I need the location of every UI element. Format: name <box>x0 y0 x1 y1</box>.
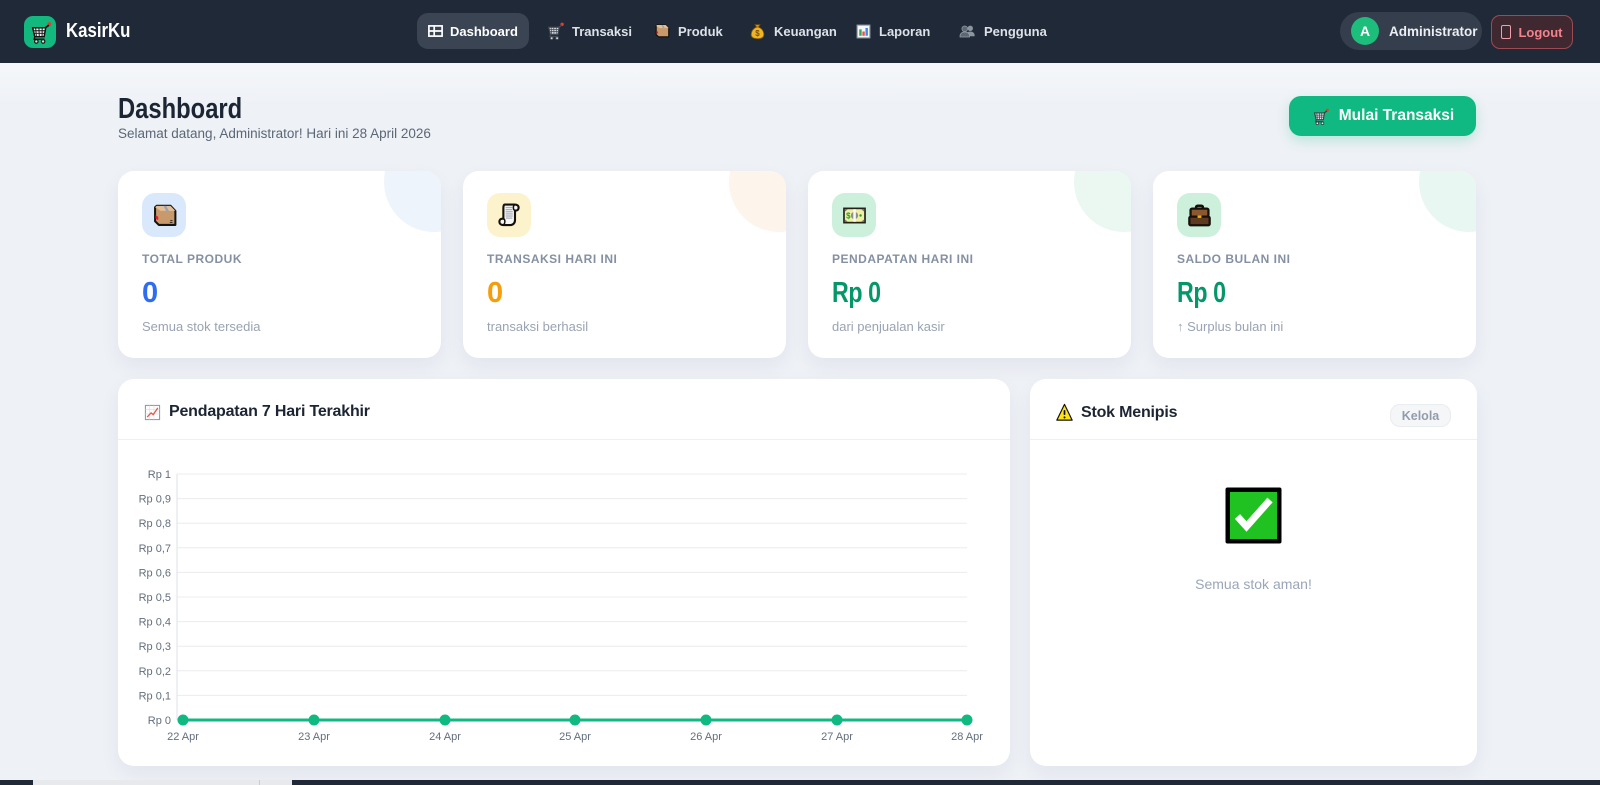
svg-text:Rp 0,3: Rp 0,3 <box>139 641 171 653</box>
svg-text:Rp 0,8: Rp 0,8 <box>139 518 171 530</box>
svg-text:26 Apr: 26 Apr <box>690 731 722 743</box>
svg-text:Rp 0,1: Rp 0,1 <box>139 690 171 702</box>
svg-text:$: $ <box>755 28 760 37</box>
svg-text:Rp 0,6: Rp 0,6 <box>139 567 171 579</box>
svg-text:Rp 0,5: Rp 0,5 <box>139 592 171 604</box>
svg-text:Rp 0,2: Rp 0,2 <box>139 666 171 678</box>
svg-text:Rp 0,9: Rp 0,9 <box>139 494 171 506</box>
svg-text:Rp 0,7: Rp 0,7 <box>139 543 171 555</box>
svg-text:25 Apr: 25 Apr <box>559 731 591 743</box>
svg-text:22 Apr: 22 Apr <box>167 731 199 743</box>
svg-text:Rp 0,4: Rp 0,4 <box>139 617 171 629</box>
svg-text:23 Apr: 23 Apr <box>298 731 330 743</box>
svg-text:Rp 1: Rp 1 <box>148 469 171 481</box>
svg-text:Rp 0: Rp 0 <box>148 715 171 727</box>
svg-text:27 Apr: 27 Apr <box>821 731 853 743</box>
svg-text:$: $ <box>846 211 851 220</box>
svg-text:24 Apr: 24 Apr <box>429 731 461 743</box>
svg-text:28 Apr: 28 Apr <box>951 731 983 743</box>
